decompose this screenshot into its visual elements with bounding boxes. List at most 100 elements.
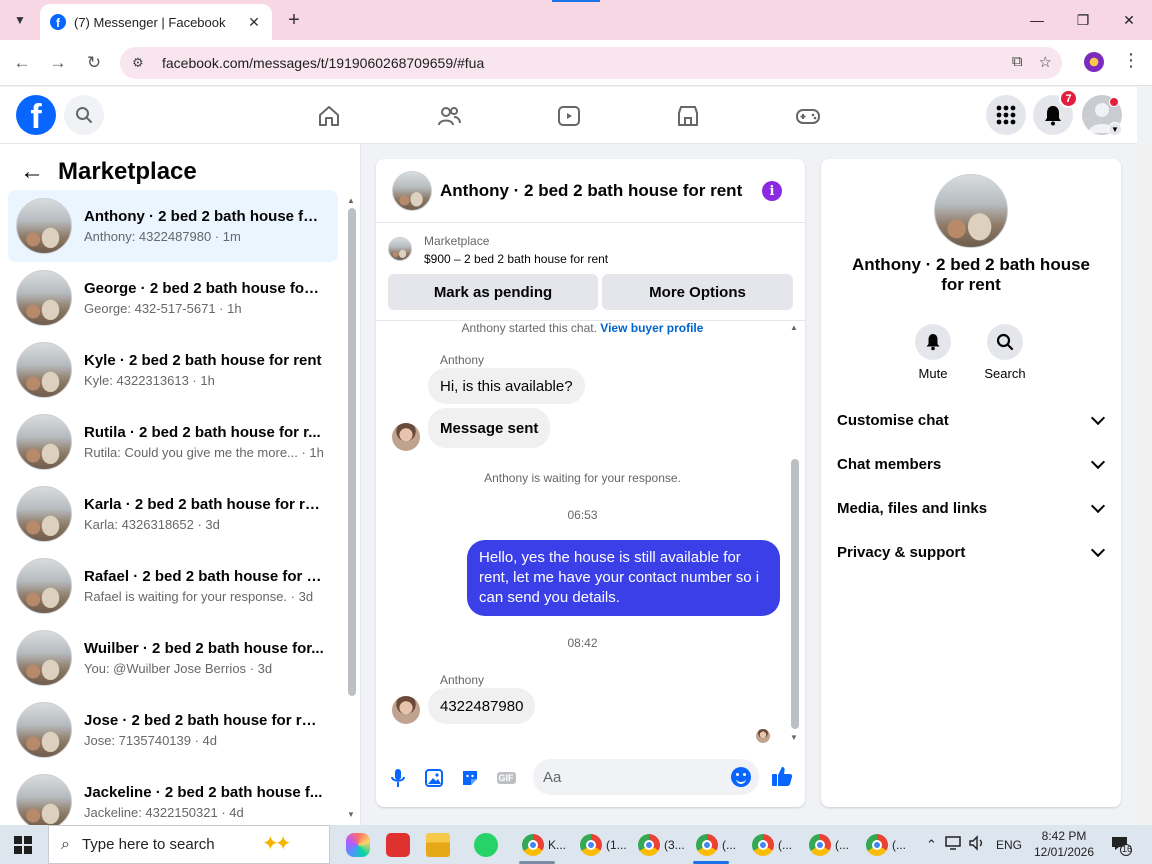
browser-profile-icon[interactable] xyxy=(1084,52,1104,72)
chrome-window-label: (1... xyxy=(606,838,627,852)
page-scrollbar[interactable] xyxy=(1137,144,1152,825)
outgoing-message[interactable]: Hello, yes the house is still available … xyxy=(467,540,780,616)
mute-button[interactable]: Mute xyxy=(903,324,963,381)
chat-panel: Anthony · 2 bed 2 bath house for rent i … xyxy=(376,159,805,807)
tab-search-chevron-icon[interactable]: ▼ xyxy=(8,8,32,32)
chrome-window-2[interactable]: (1... xyxy=(580,829,627,861)
sidebar-scrollbar[interactable]: ▲ ▼ xyxy=(346,194,358,824)
sender-avatar[interactable] xyxy=(392,423,420,451)
media-app-icon[interactable] xyxy=(378,829,418,861)
scroll-up-icon[interactable]: ▲ xyxy=(347,196,355,205)
conversation-item[interactable]: Karla · 2 bed 2 bath house for rent Karla… xyxy=(8,478,338,550)
browser-menu-icon[interactable]: ⋮ xyxy=(1122,50,1140,71)
chrome-window-5[interactable]: (... xyxy=(752,829,792,861)
chat-avatar[interactable] xyxy=(392,170,432,211)
scroll-down-icon[interactable]: ▼ xyxy=(790,733,798,742)
thumbs-up-icon[interactable] xyxy=(771,765,793,787)
info-icon[interactable]: i xyxy=(762,181,782,201)
chrome-window-label: (... xyxy=(892,838,906,852)
photo-icon[interactable] xyxy=(423,767,445,789)
copilot-app-icon[interactable] xyxy=(338,829,378,861)
conversation-item[interactable]: Jose · 2 bed 2 bath house for rent Jose: … xyxy=(8,694,338,766)
language-indicator[interactable]: ENG xyxy=(996,838,1022,852)
conversation-item[interactable]: Anthony · 2 bed 2 bath house fo... Anthon… xyxy=(8,190,338,262)
chat-info-avatar[interactable] xyxy=(934,174,1008,248)
microphone-icon[interactable] xyxy=(387,767,409,789)
conversation-item[interactable]: Kyle · 2 bed 2 bath house for rent Kyle: … xyxy=(8,334,338,406)
forward-arrow-icon[interactable]: → xyxy=(45,50,71,76)
copilot-highlight-icon[interactable]: ✦✦ xyxy=(262,831,291,856)
file-explorer-icon[interactable] xyxy=(418,829,458,861)
conversation-item[interactable]: Rutila · 2 bed 2 bath house for r... Ruti… xyxy=(8,406,338,478)
chat-scrollbar[interactable]: ▲ ▼ xyxy=(789,323,801,743)
mark-as-pending-button[interactable]: Mark as pending xyxy=(388,274,598,310)
listing-thumbnail xyxy=(16,774,72,825)
view-buyer-profile-link[interactable]: View buyer profile xyxy=(600,321,703,335)
conversation-item[interactable]: Rafael · 2 bed 2 bath house for r... Rafa… xyxy=(8,550,338,622)
install-app-icon[interactable]: ⧉ xyxy=(1012,53,1023,71)
search-icon[interactable] xyxy=(987,324,1023,360)
customise-chat-row[interactable]: Customise chat xyxy=(837,408,1107,432)
video-icon[interactable] xyxy=(554,101,584,131)
chat-scroll-thumb[interactable] xyxy=(791,459,799,729)
friends-icon[interactable] xyxy=(434,101,464,131)
listing-thumbnail[interactable] xyxy=(388,237,412,261)
site-settings-icon[interactable]: ⚙ xyxy=(132,55,150,71)
whatsapp-icon[interactable] xyxy=(466,829,506,861)
back-arrow-icon[interactable]: ← xyxy=(9,50,35,76)
windows-start-icon[interactable] xyxy=(14,836,32,854)
incoming-message[interactable]: Message sent xyxy=(428,408,551,448)
more-options-button[interactable]: More Options xyxy=(602,274,793,310)
new-tab-button[interactable]: + xyxy=(282,8,306,32)
tab-close-icon[interactable]: ✕ xyxy=(246,14,262,31)
sender-avatar[interactable] xyxy=(392,696,420,724)
network-icon[interactable] xyxy=(944,835,968,854)
incoming-message[interactable]: 4322487980 xyxy=(428,688,536,724)
conversation-item[interactable]: Wuilber · 2 bed 2 bath house for... You: … xyxy=(8,622,338,694)
chat-started-text: Anthony started this chat. xyxy=(461,321,597,335)
chat-header: Anthony · 2 bed 2 bath house for rent xyxy=(376,159,805,223)
gif-label: GIF xyxy=(496,772,516,784)
home-icon[interactable] xyxy=(314,101,344,131)
show-hidden-icons-chevron-icon[interactable]: ⌃ xyxy=(926,837,942,853)
bookmark-star-icon[interactable]: ☆ xyxy=(1039,53,1052,71)
volume-icon[interactable] xyxy=(968,835,990,854)
chrome-window-6[interactable]: (... xyxy=(809,829,849,861)
bell-icon[interactable] xyxy=(915,324,951,360)
sticker-icon[interactable] xyxy=(459,767,481,789)
address-bar[interactable]: ⚙ facebook.com/messages/t/19190602687096… xyxy=(120,47,1062,79)
search-in-conversation-button[interactable]: Search xyxy=(975,324,1035,381)
message-input[interactable] xyxy=(533,759,713,795)
chrome-window-3[interactable]: (3... xyxy=(638,829,685,861)
search-icon[interactable] xyxy=(64,95,104,135)
facebook-logo-icon[interactable]: f xyxy=(16,95,56,135)
chat-members-row[interactable]: Chat members xyxy=(837,452,1107,476)
close-window-icon[interactable]: ✕ xyxy=(1106,0,1152,40)
scroll-down-icon[interactable]: ▼ xyxy=(347,810,355,819)
tab-messenger[interactable]: f (7) Messenger | Facebook ✕ xyxy=(40,4,272,40)
taskbar-clock[interactable]: 8:42 PM 12/01/2026 xyxy=(1030,828,1098,860)
marketplace-icon[interactable] xyxy=(673,101,703,131)
gif-icon[interactable]: GIF xyxy=(495,767,517,789)
reload-icon[interactable]: ↻ xyxy=(81,50,107,76)
incoming-message[interactable]: Hi, is this available? xyxy=(428,368,585,404)
minimize-icon[interactable]: — xyxy=(1014,0,1060,40)
maximize-icon[interactable]: ❐ xyxy=(1060,0,1106,40)
chrome-window-1[interactable]: K... xyxy=(522,829,566,861)
menu-grid-icon[interactable] xyxy=(986,95,1026,135)
conversation-item[interactable]: George · 2 bed 2 bath house for ... Georg… xyxy=(8,262,338,334)
listing-description[interactable]: $900 – 2 bed 2 bath house for rent xyxy=(424,252,608,266)
chrome-window-7[interactable]: (... xyxy=(866,829,906,861)
emoji-icon[interactable] xyxy=(731,767,751,787)
media-files-links-row[interactable]: Media, files and links xyxy=(837,496,1107,520)
sidebar-scroll-thumb[interactable] xyxy=(348,208,356,696)
account-chevron-icon[interactable]: ▼ xyxy=(1108,122,1122,136)
chrome-window-4[interactable]: (... xyxy=(696,829,736,861)
gaming-icon[interactable] xyxy=(793,101,823,131)
scroll-up-icon[interactable]: ▲ xyxy=(790,323,798,332)
privacy-support-row[interactable]: Privacy & support xyxy=(837,540,1107,564)
chat-title[interactable]: Anthony · 2 bed 2 bath house for rent xyxy=(440,181,742,201)
conversation-item[interactable]: Jackeline · 2 bed 2 bath house f... Jacke… xyxy=(8,766,338,825)
notification-center-icon[interactable]: 16 xyxy=(1110,834,1132,856)
back-arrow-icon[interactable]: ← xyxy=(20,158,44,186)
